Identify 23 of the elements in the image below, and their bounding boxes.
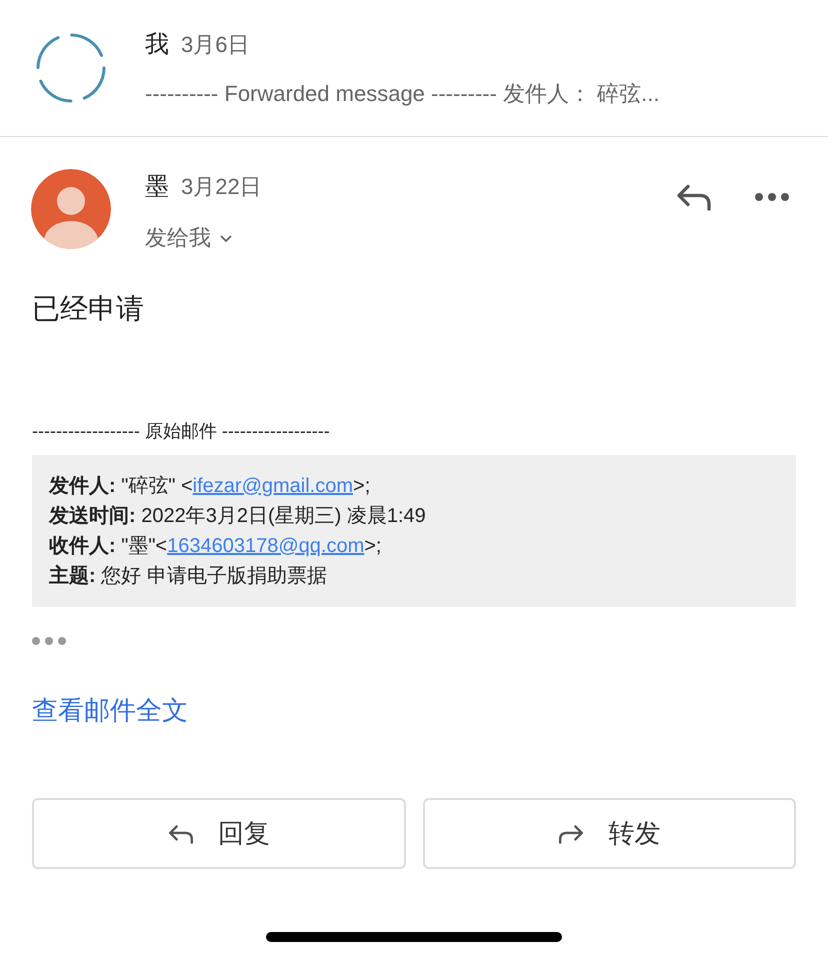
message-date: 3月6日 <box>181 30 250 58</box>
email-link[interactable]: ifezar@gmail.com <box>192 475 354 497</box>
more-icon[interactable] <box>32 637 66 645</box>
header-line: 发送时间: 2022年3月2日(星期三) 凌晨1:49 <box>49 504 427 529</box>
recipient-toggle[interactable]: 发给我 <box>145 221 233 254</box>
sender-name: 墨 <box>145 172 169 202</box>
header-line: 收件人: "墨"<1634603178@qq.com>; <box>49 534 382 559</box>
sender-name: 我 <box>145 30 169 60</box>
header-line: 主题: 您好 申请电子版捐助票据 <box>49 564 328 589</box>
message-date: 3月22日 <box>181 173 262 201</box>
forward-button[interactable]: 转发 <box>422 798 796 869</box>
reply-icon <box>168 822 194 844</box>
more-icon <box>755 193 789 201</box>
message-preview[interactable]: ---------- Forwarded message --------- 发件人： 碎弦... <box>145 76 660 110</box>
reply-button[interactable]: 回复 <box>32 798 406 869</box>
view-full-link[interactable]: 查看邮件全文 <box>32 691 188 730</box>
original-mail-separator: ------------------ 原始邮件 ------------------ <box>32 420 331 443</box>
reply-icon <box>676 182 712 212</box>
email-link[interactable]: 1634603178@qq.com <box>167 535 364 557</box>
message-body: 已经申请 <box>32 292 145 326</box>
header-line: 发件人: "碎弦" <ifezar@gmail.com>; <box>49 474 372 499</box>
forward-icon <box>558 822 584 844</box>
loading-icon <box>34 32 106 104</box>
